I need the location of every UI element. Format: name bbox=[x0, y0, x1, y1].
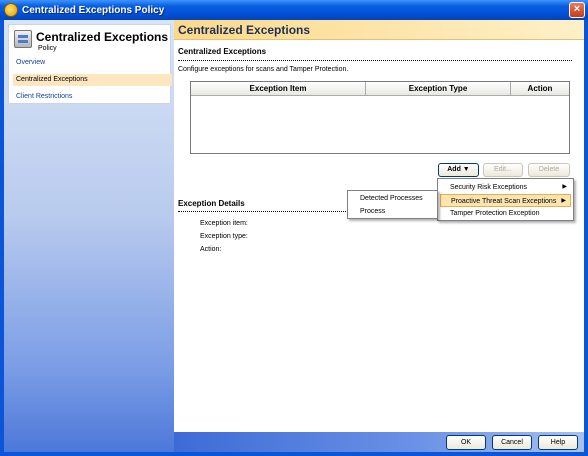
delete-button[interactable]: Delete bbox=[528, 163, 570, 177]
close-button[interactable]: × bbox=[569, 2, 585, 18]
details-title: Exception Details bbox=[178, 199, 245, 208]
column-header-exception-type[interactable]: Exception Type bbox=[366, 82, 511, 96]
section-title: Centralized Exceptions bbox=[178, 47, 267, 56]
divider bbox=[178, 60, 572, 61]
menu-item-tamper-protection[interactable]: Tamper Protection Exception bbox=[440, 207, 571, 220]
table-header: Exception Item Exception Type Action bbox=[191, 82, 569, 96]
policy-icon bbox=[14, 30, 32, 48]
window-frame-right bbox=[584, 20, 588, 456]
exception-item-label: Exception item: bbox=[200, 220, 248, 227]
submenu-item-process[interactable]: Process bbox=[350, 205, 435, 218]
exceptions-table[interactable]: Exception Item Exception Type Action bbox=[190, 81, 570, 154]
sidebar-subtitle: Policy bbox=[38, 45, 57, 52]
main-header: Centralized Exceptions bbox=[174, 20, 584, 40]
edit-button[interactable]: Edit... bbox=[483, 163, 523, 177]
description: Configure exceptions for scans and Tampe… bbox=[178, 66, 349, 73]
add-button[interactable]: Add ▼ bbox=[438, 163, 479, 177]
sidebar-item-overview[interactable]: Overview bbox=[13, 57, 172, 69]
action-label: Action: bbox=[200, 246, 222, 253]
menu-item-security-risk[interactable]: Security Risk Exceptions ▶ bbox=[440, 181, 571, 194]
exception-type-label: Exception type: bbox=[200, 233, 248, 240]
title-bar: Centralized Exceptions Policy × bbox=[0, 0, 588, 20]
menu-item-label: Proactive Threat Scan Exceptions bbox=[451, 198, 557, 205]
sidebar-item-client-restrictions[interactable]: Client Restrictions bbox=[13, 91, 172, 103]
ok-button[interactable]: OK bbox=[446, 435, 486, 450]
menu-item-proactive-threat-scan[interactable]: Proactive Threat Scan Exceptions ▶ bbox=[440, 194, 571, 207]
page-title: Centralized Exceptions bbox=[178, 23, 311, 37]
menu-item-label: Security Risk Exceptions bbox=[450, 184, 528, 191]
menu-item-label: Tamper Protection Exception bbox=[450, 210, 540, 217]
column-header-exception-item[interactable]: Exception Item bbox=[191, 82, 366, 96]
footer: OK Cancel Help bbox=[174, 432, 584, 452]
cancel-button[interactable]: Cancel bbox=[492, 435, 532, 450]
details-divider bbox=[178, 211, 348, 212]
help-button[interactable]: Help bbox=[538, 435, 578, 450]
add-menu: Security Risk Exceptions ▶ Proactive Thr… bbox=[437, 178, 574, 221]
column-header-action[interactable]: Action bbox=[511, 82, 569, 96]
sidebar-card: Centralized Exceptions Policy Overview C… bbox=[8, 24, 172, 104]
window-title: Centralized Exceptions Policy bbox=[22, 4, 165, 16]
submenu-item-detected-processes[interactable]: Detected Processes bbox=[350, 192, 435, 205]
proactive-submenu: Detected Processes Process bbox=[347, 190, 438, 219]
sidebar-title: Centralized Exceptions bbox=[36, 30, 169, 44]
sidebar-item-centralized-exceptions[interactable]: Centralized Exceptions bbox=[13, 74, 172, 86]
main-panel: Centralized Exceptions Centralized Excep… bbox=[174, 20, 584, 432]
sidebar: Centralized Exceptions Policy Overview C… bbox=[4, 20, 174, 452]
window-frame-bottom bbox=[0, 452, 588, 456]
shield-icon bbox=[4, 3, 18, 17]
submenu-arrow-icon: ▶ bbox=[562, 184, 567, 190]
